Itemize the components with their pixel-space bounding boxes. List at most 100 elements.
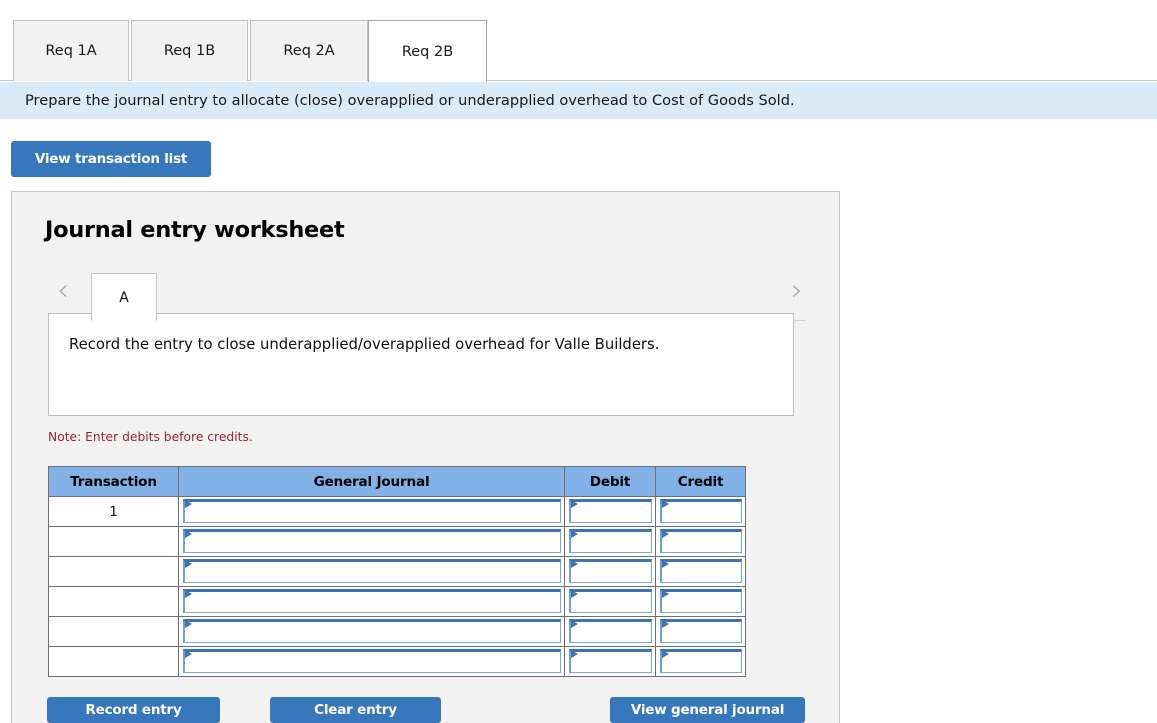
debit-input[interactable]: [571, 503, 651, 524]
debit-cell: [564, 526, 656, 557]
credit-dropdown-field[interactable]: [660, 589, 742, 614]
instruction-bar: Prepare the journal entry to allocate (c…: [0, 82, 1157, 119]
transaction-number-cell: [48, 586, 179, 617]
general-journal-cell: [178, 616, 565, 647]
tab-label: Req 1B: [163, 43, 216, 59]
credit-input[interactable]: [662, 623, 741, 644]
transaction-number-cell: [48, 616, 179, 647]
general-journal-input[interactable]: [185, 653, 560, 674]
entry-tab-a[interactable]: A: [91, 273, 157, 321]
debit-dropdown-field[interactable]: [569, 499, 652, 524]
general-journal-input[interactable]: [185, 503, 560, 524]
general-journal-dropdown-field[interactable]: [183, 589, 561, 614]
transaction-number-cell: [48, 556, 179, 587]
dropdown-triangle-icon: [571, 560, 578, 568]
clear-entry-button[interactable]: Clear entry: [270, 697, 441, 723]
table-row: 1: [48, 496, 746, 527]
debit-input[interactable]: [571, 533, 651, 554]
column-header-transaction: Transaction: [48, 466, 179, 497]
table-header-row: Transaction General Journal Debit Credit: [48, 466, 746, 497]
credit-cell: [655, 526, 746, 557]
entry-description-box: Record the entry to close underapplied/o…: [48, 313, 794, 416]
table-row: [48, 556, 746, 587]
tab-label: Req 1A: [45, 43, 97, 59]
general-journal-dropdown-field[interactable]: [183, 649, 561, 674]
dropdown-triangle-icon: [662, 650, 669, 658]
general-journal-input[interactable]: [185, 593, 560, 614]
credit-input[interactable]: [662, 503, 741, 524]
dropdown-triangle-icon: [662, 560, 669, 568]
chevron-left-icon[interactable]: ‹: [48, 273, 78, 308]
table-row: [48, 526, 746, 557]
table-row: [48, 616, 746, 647]
credit-input[interactable]: [662, 653, 741, 674]
table-row: [48, 646, 746, 677]
debits-before-credits-note: Note: Enter debits before credits.: [48, 430, 253, 444]
debit-dropdown-field[interactable]: [569, 529, 652, 554]
general-journal-dropdown-field[interactable]: [183, 529, 561, 554]
debit-input[interactable]: [571, 623, 651, 644]
dropdown-triangle-icon: [185, 620, 192, 628]
credit-input[interactable]: [662, 533, 741, 554]
dropdown-triangle-icon: [662, 620, 669, 628]
credit-cell: [655, 496, 746, 527]
page-title: Journal entry worksheet: [45, 217, 345, 243]
debit-input[interactable]: [571, 593, 651, 614]
chevron-right-icon[interactable]: ›: [782, 273, 812, 308]
debit-cell: [564, 616, 656, 647]
dropdown-triangle-icon: [571, 650, 578, 658]
column-header-general-journal: General Journal: [178, 466, 565, 497]
general-journal-cell: [178, 526, 565, 557]
debit-input[interactable]: [571, 653, 651, 674]
debit-dropdown-field[interactable]: [569, 559, 652, 584]
tab-req-1a[interactable]: Req 1A: [13, 20, 129, 81]
entry-description-text: Record the entry to close underapplied/o…: [69, 336, 660, 353]
requirement-tab-strip: Req 1A Req 1B Req 2A Req 2B: [0, 0, 1157, 82]
debit-dropdown-field[interactable]: [569, 589, 652, 614]
tab-label: Req 2B: [401, 43, 454, 60]
view-transaction-list-button[interactable]: View transaction list: [11, 141, 211, 177]
transaction-number-cell: 1: [48, 496, 179, 527]
general-journal-dropdown-field[interactable]: [183, 499, 561, 524]
general-journal-cell: [178, 556, 565, 587]
debit-input[interactable]: [571, 563, 651, 584]
debit-dropdown-field[interactable]: [569, 619, 652, 644]
general-journal-input[interactable]: [185, 533, 560, 554]
general-journal-input[interactable]: [185, 563, 560, 584]
tab-label: Req 2A: [283, 43, 335, 59]
dropdown-triangle-icon: [571, 620, 578, 628]
general-journal-cell: [178, 586, 565, 617]
general-journal-input[interactable]: [185, 623, 560, 644]
debit-cell: [564, 646, 656, 677]
record-entry-button[interactable]: Record entry: [47, 697, 220, 723]
debit-cell: [564, 556, 656, 587]
general-journal-dropdown-field[interactable]: [183, 619, 561, 644]
dropdown-triangle-icon: [662, 590, 669, 598]
credit-dropdown-field[interactable]: [660, 649, 742, 674]
tab-req-2b[interactable]: Req 2B: [368, 20, 487, 82]
credit-input[interactable]: [662, 563, 741, 584]
dropdown-triangle-icon: [662, 530, 669, 538]
credit-dropdown-field[interactable]: [660, 529, 742, 554]
journal-entry-table: Transaction General Journal Debit Credit…: [48, 466, 746, 677]
debit-cell: [564, 586, 656, 617]
debit-dropdown-field[interactable]: [569, 649, 652, 674]
instruction-text: Prepare the journal entry to allocate (c…: [25, 92, 795, 109]
tab-req-1b[interactable]: Req 1B: [131, 20, 248, 81]
credit-cell: [655, 616, 746, 647]
dropdown-triangle-icon: [571, 500, 578, 508]
tab-req-2a[interactable]: Req 2A: [250, 20, 368, 81]
general-journal-dropdown-field[interactable]: [183, 559, 561, 584]
view-general-journal-button[interactable]: View general journal: [610, 697, 805, 723]
credit-input[interactable]: [662, 593, 741, 614]
credit-dropdown-field[interactable]: [660, 619, 742, 644]
dropdown-triangle-icon: [662, 500, 669, 508]
general-journal-cell: [178, 496, 565, 527]
journal-entry-worksheet-panel: Journal entry worksheet ‹ › A Record the…: [11, 191, 840, 723]
credit-dropdown-field[interactable]: [660, 559, 742, 584]
transaction-number-cell: [48, 526, 179, 557]
credit-dropdown-field[interactable]: [660, 499, 742, 524]
general-journal-cell: [178, 646, 565, 677]
credit-cell: [655, 646, 746, 677]
column-header-debit: Debit: [564, 466, 656, 497]
